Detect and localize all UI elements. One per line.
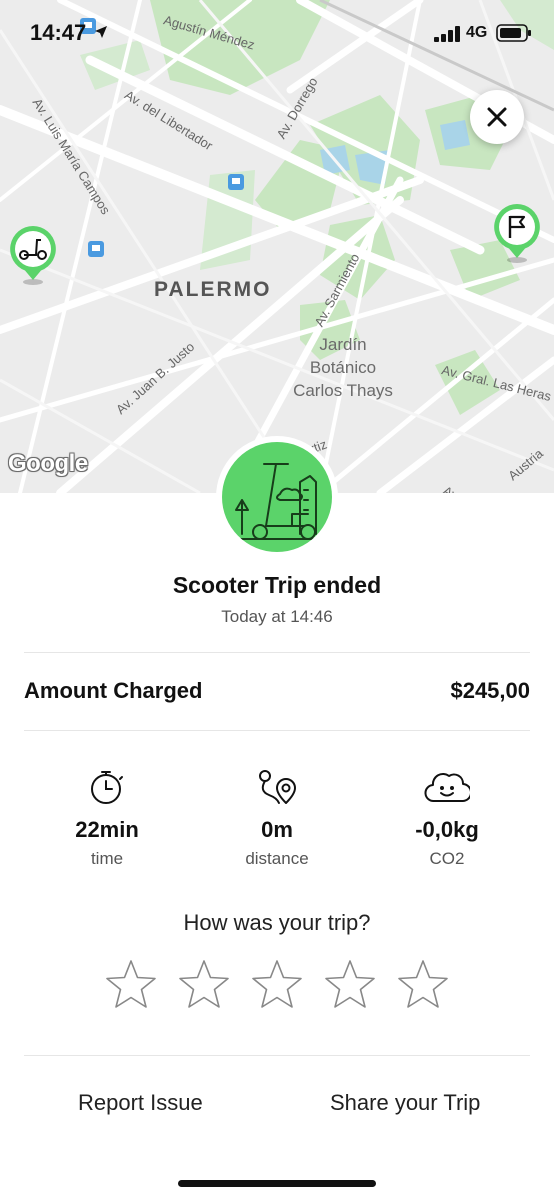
star-1-icon[interactable] bbox=[104, 958, 158, 1012]
close-button[interactable] bbox=[470, 90, 524, 144]
map-view[interactable]: Agustín Méndez Av. del Libertador Av. Lu… bbox=[0, 0, 554, 493]
cloud-smile-icon bbox=[424, 773, 470, 802]
status-bar: 14:47 4G bbox=[0, 0, 554, 64]
signal-bars-icon bbox=[434, 26, 460, 42]
stopwatch-icon bbox=[91, 771, 123, 804]
amount-label: Amount Charged bbox=[24, 678, 203, 703]
star-3-icon[interactable] bbox=[250, 958, 304, 1012]
stat-label: distance bbox=[245, 849, 309, 868]
stat-value: 22min bbox=[75, 817, 139, 842]
route-distance-icon bbox=[259, 770, 296, 804]
divider bbox=[24, 652, 530, 653]
stat-label: time bbox=[90, 849, 124, 868]
poi-label: Jardín Botánico Carlos Thays bbox=[293, 335, 393, 400]
share-trip-button[interactable]: Share your Trip bbox=[330, 1090, 480, 1116]
scooter-city-icon bbox=[229, 463, 325, 540]
stat-value: 0m bbox=[261, 817, 293, 842]
stat-co2: -0,0kg CO2 bbox=[362, 765, 532, 869]
map-graphics bbox=[0, 0, 554, 493]
divider bbox=[24, 1055, 530, 1056]
divider bbox=[24, 730, 530, 731]
stat-label: CO2 bbox=[429, 849, 465, 868]
rating-question: How was your trip? bbox=[183, 910, 371, 935]
district-label: PALERMO bbox=[154, 278, 272, 301]
close-icon bbox=[487, 107, 507, 127]
stat-distance: 0m distance bbox=[192, 765, 362, 869]
report-issue-button[interactable]: Report Issue bbox=[78, 1090, 203, 1116]
star-2-icon[interactable] bbox=[177, 958, 231, 1012]
stat-time: 22min time bbox=[22, 765, 192, 869]
trip-timestamp: Today at 14:46 bbox=[221, 607, 333, 626]
trip-illustration bbox=[216, 436, 338, 558]
amount-value: $245,00 bbox=[450, 678, 530, 703]
status-time: 14:47 bbox=[30, 20, 87, 45]
star-4-icon[interactable] bbox=[323, 958, 377, 1012]
trip-title: Scooter Trip ended bbox=[172, 572, 382, 598]
star-rating[interactable] bbox=[104, 958, 450, 1014]
star-5-icon[interactable] bbox=[396, 958, 450, 1012]
flag-icon bbox=[494, 204, 540, 263]
stat-value: -0,0kg bbox=[415, 817, 479, 842]
location-arrow-icon bbox=[95, 26, 107, 38]
google-logo: Google bbox=[8, 450, 88, 477]
scooter-pin[interactable] bbox=[8, 224, 58, 286]
home-indicator[interactable] bbox=[178, 1180, 376, 1187]
finish-flag-pin[interactable] bbox=[492, 202, 542, 264]
battery-icon bbox=[496, 24, 531, 42]
network-label: 4G bbox=[466, 24, 488, 41]
scooter-icon bbox=[10, 226, 56, 285]
